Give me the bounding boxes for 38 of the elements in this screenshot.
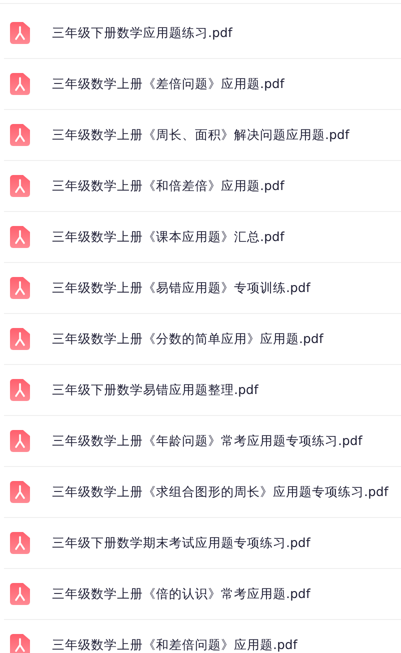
file-name: 三年级数学上册《周长、面积》解决问题应用题.pdf <box>52 126 350 144</box>
file-item[interactable]: 三年级数学上册《差倍问题》应用题.pdf <box>4 59 401 110</box>
pdf-file-icon <box>10 481 30 503</box>
file-name: 三年级数学上册《求组合图形的周长》应用题专项练习.pdf <box>52 484 388 500</box>
file-item[interactable]: 三年级数学上册《年龄问题》常考应用题专项练习.pdf <box>4 416 401 467</box>
file-name: 三年级数学上册《和倍差倍》应用题.pdf <box>52 178 284 194</box>
pdf-file-icon <box>10 175 30 197</box>
pdf-file-icon <box>10 277 30 299</box>
file-name: 三年级数学上册《差倍问题》应用题.pdf <box>52 76 284 92</box>
file-item[interactable]: 三年级数学上册《易错应用题》专项训练.pdf <box>4 263 401 314</box>
pdf-file-icon <box>10 22 30 44</box>
file-name: 三年级数学上册《和差倍问题》应用题.pdf <box>52 636 298 653</box>
pdf-file-icon <box>10 73 30 95</box>
file-item[interactable]: 三年级下册数学易错应用题整理.pdf <box>4 365 401 416</box>
pdf-file-icon <box>10 583 30 605</box>
pdf-file-icon <box>10 430 30 452</box>
file-name: 三年级下册数学应用题练习.pdf <box>52 24 232 42</box>
file-name: 三年级数学上册《分数的简单应用》应用题.pdf <box>52 330 324 348</box>
file-item[interactable]: 三年级数学上册《和倍差倍》应用题.pdf <box>4 161 401 212</box>
pdf-file-icon <box>10 226 30 248</box>
file-item[interactable]: 三年级数学上册《求组合图形的周长》应用题专项练习.pdf <box>4 467 401 518</box>
file-item[interactable]: 三年级数学上册《周长、面积》解决问题应用题.pdf <box>4 110 401 161</box>
file-name: 三年级数学上册《易错应用题》专项训练.pdf <box>52 280 310 296</box>
file-item[interactable]: 三年级下册数学期末考试应用题专项练习.pdf <box>4 518 401 569</box>
file-name: 三年级数学上册《倍的认识》常考应用题.pdf <box>52 586 310 602</box>
file-item[interactable]: 三年级数学上册《倍的认识》常考应用题.pdf <box>4 569 401 620</box>
file-name: 三年级数学上册《年龄问题》常考应用题专项练习.pdf <box>52 432 362 450</box>
pdf-file-icon <box>10 532 30 554</box>
pdf-file-icon <box>10 124 30 146</box>
file-item[interactable]: 三年级数学上册《和差倍问题》应用题.pdf <box>4 620 401 653</box>
file-item[interactable]: 三年级下册数学应用题练习.pdf <box>4 8 401 59</box>
file-item[interactable]: 三年级数学上册《课本应用题》汇总.pdf <box>4 212 401 263</box>
pdf-file-icon <box>10 328 30 350</box>
file-name: 三年级数学上册《课本应用题》汇总.pdf <box>52 228 284 246</box>
file-name: 三年级下册数学易错应用题整理.pdf <box>52 382 258 398</box>
pdf-file-icon <box>10 379 30 401</box>
file-item[interactable]: 三年级数学上册《分数的简单应用》应用题.pdf <box>4 314 401 365</box>
file-name: 三年级下册数学期末考试应用题专项练习.pdf <box>52 534 310 552</box>
